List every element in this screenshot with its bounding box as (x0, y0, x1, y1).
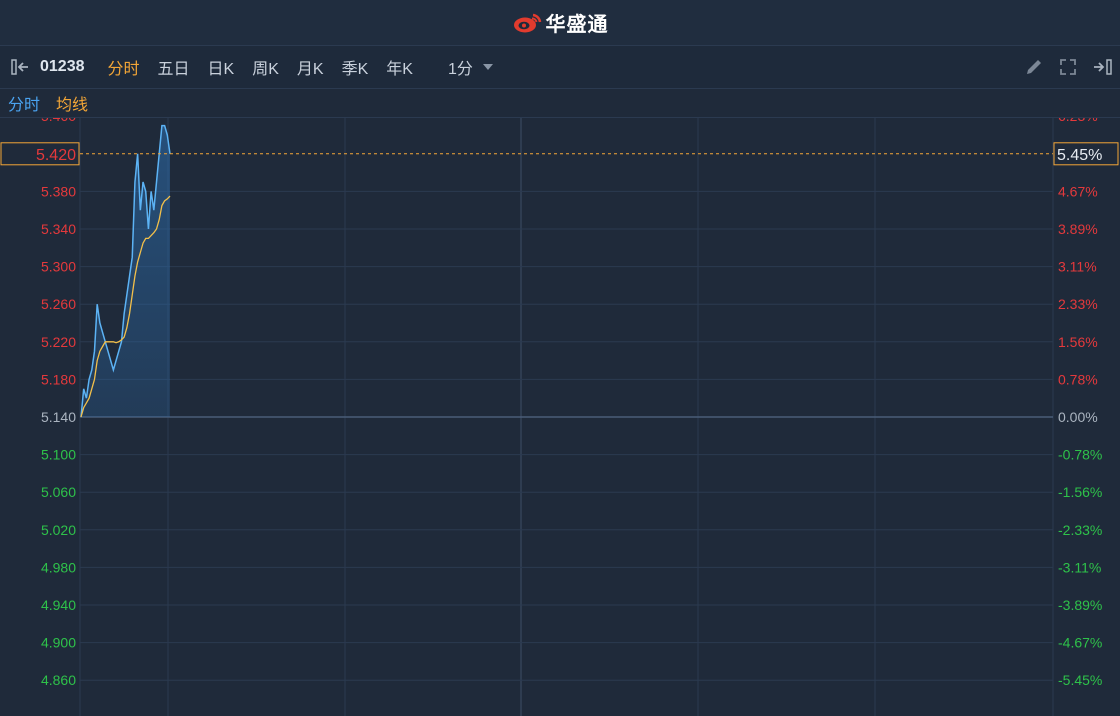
tab-five-day[interactable]: 五日 (158, 55, 190, 79)
y-tick-label-right: -2.33% (1058, 522, 1102, 538)
tab-intraday[interactable]: 分时 (108, 55, 140, 79)
tab-quarterly-k[interactable]: 季K (342, 55, 369, 79)
current-price-label: 5.420 (36, 147, 76, 164)
y-tick-label-right: -3.89% (1058, 597, 1102, 613)
y-tick-label-right: -3.11% (1058, 559, 1101, 575)
collapse-right-icon[interactable] (1092, 57, 1114, 77)
interval-label: 1分 (447, 61, 473, 78)
y-tick-label-left: 5.300 (41, 259, 76, 275)
caret-down-icon (482, 64, 493, 70)
y-tick-label-right: -0.78% (1058, 447, 1102, 463)
y-tick-label-right: -4.67% (1058, 635, 1102, 651)
tab-yearly-k[interactable]: 年K (386, 55, 413, 79)
y-tick-label-left: 4.860 (41, 672, 76, 688)
y-tick-label-left: 4.980 (41, 559, 76, 575)
stock-code: 01238 (40, 58, 85, 75)
intraday-chart[interactable]: 5.460 6.23% 5.380 4.67% 5.340 3.89% 5.300 3.11%… (0, 118, 1120, 716)
y-tick-label-right: 3.11% (1058, 259, 1097, 275)
legend-price: 分时 (8, 97, 41, 114)
y-tick-label-left: 5.100 (41, 447, 76, 463)
y-tick-label-left: 5.260 (41, 296, 76, 312)
legend-average: 均线 (56, 97, 89, 114)
app-title: 华盛通 (545, 14, 609, 36)
y-tick-label-left: 5.380 (41, 183, 76, 199)
y-tick-label-right: 3.89% (1058, 221, 1098, 237)
y-tick-label-right: 2.33% (1058, 296, 1098, 312)
y-tick-label-right: 1.56% (1058, 334, 1098, 350)
y-tick-label-right: 0.00% (1058, 409, 1098, 425)
y-tick-label-right: -5.45% (1058, 672, 1102, 688)
fullscreen-icon[interactable] (1058, 57, 1078, 77)
y-tick-label-left: 5.180 (41, 371, 76, 387)
price-area (81, 125, 170, 417)
tab-weekly-k[interactable]: 周K (252, 55, 279, 79)
brand: 华盛通 (512, 8, 609, 37)
pencil-icon[interactable] (1024, 57, 1044, 77)
y-tick-label-left: 5.140 (41, 409, 76, 425)
app-header: 华盛通 (0, 0, 1120, 46)
current-percent-label: 5.45% (1057, 147, 1102, 164)
y-tick-label-left: 5.460 (41, 118, 76, 124)
y-tick-label-right: 4.67% (1058, 183, 1098, 199)
tab-monthly-k[interactable]: 月K (297, 55, 324, 79)
y-tick-label-left: 5.060 (41, 484, 76, 500)
toolbar: 01238 分时 五日 日K 周K 月K 季K 年K 1分 (0, 46, 1120, 89)
y-tick-label-right: 0.78% (1058, 371, 1098, 387)
weibo-eye-logo-icon (512, 12, 542, 34)
y-tick-label-left: 5.340 (41, 221, 76, 237)
y-tick-label-left: 4.940 (41, 597, 76, 613)
y-tick-label-left: 5.020 (41, 522, 76, 538)
y-tick-label-right: -1.56% (1058, 484, 1102, 500)
chart-legend: 分时 均线 (0, 89, 1120, 118)
y-tick-label-left: 5.220 (41, 334, 76, 350)
interval-select[interactable]: 1分 (448, 55, 493, 79)
y-tick-label-left: 4.900 (41, 635, 76, 651)
tab-daily-k[interactable]: 日K (208, 55, 235, 79)
y-tick-label-right: 6.23% (1058, 118, 1098, 124)
collapse-left-icon[interactable] (10, 57, 32, 77)
